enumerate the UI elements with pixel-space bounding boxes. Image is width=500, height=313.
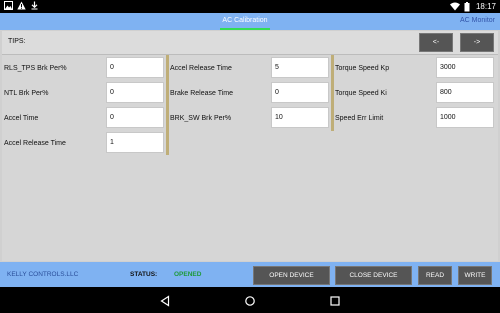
- navigation-bar: [0, 287, 500, 313]
- torque-speed-ki-input[interactable]: 800: [436, 82, 494, 103]
- accel-release-time-input-1[interactable]: 1: [106, 132, 164, 153]
- image-icon: [4, 1, 13, 11]
- write-button[interactable]: WRITE: [458, 266, 492, 285]
- company-name: KELLY CONTROLS.LLC: [7, 271, 79, 278]
- status-value: OPENED: [174, 271, 202, 278]
- clock-time: 18:17: [475, 2, 496, 11]
- tips-row: TIPS: <- ->: [2, 31, 498, 55]
- field-label: NTL Brk Per%: [4, 90, 49, 97]
- status-bar: 18:17: [0, 0, 500, 13]
- download-icon: [30, 1, 39, 11]
- tab-label: AC Calibration: [222, 17, 268, 24]
- brk-sw-brk-per-input[interactable]: 10: [271, 107, 329, 128]
- home-icon[interactable]: [244, 294, 256, 306]
- tab-label: AC Monitor: [460, 17, 496, 24]
- previous-button[interactable]: <-: [419, 33, 453, 52]
- calibration-form: RLS_TPS Brk Per% 0 NTL Brk Per% 0 Accel …: [2, 55, 498, 261]
- tips-label: TIPS:: [8, 38, 26, 45]
- next-button[interactable]: ->: [460, 33, 494, 52]
- field-label: Brake Release Time: [170, 90, 234, 97]
- warning-icon: [17, 1, 26, 11]
- read-button[interactable]: READ: [418, 266, 452, 285]
- recents-icon[interactable]: [329, 294, 341, 306]
- torque-speed-kp-input[interactable]: 3000: [436, 57, 494, 78]
- field-label: Speed Err Limit: [335, 115, 384, 122]
- field-label: RLS_TPS Brk Per%: [4, 65, 67, 72]
- close-device-button[interactable]: CLOSE DEVICE: [335, 266, 412, 285]
- field-label: Accel Release Time: [170, 65, 232, 72]
- field-label: Torque Speed Ki: [335, 90, 387, 97]
- brake-release-time-input[interactable]: 0: [271, 82, 329, 103]
- accel-release-time-input-2[interactable]: 5: [271, 57, 329, 78]
- field-label: Accel Release Time: [4, 140, 66, 147]
- tab-bar: AC Calibration AC Monitor: [0, 13, 500, 30]
- bottom-bar: KELLY CONTROLS.LLC STATUS: OPENED OPEN D…: [0, 262, 500, 287]
- field-label: Torque Speed Kp: [335, 65, 390, 72]
- back-icon[interactable]: [159, 294, 171, 307]
- battery-icon: [463, 1, 472, 12]
- active-tab-indicator: [220, 28, 270, 30]
- wifi-icon: [449, 2, 460, 12]
- column-divider: [331, 55, 334, 131]
- tab-ac-calibration[interactable]: AC Calibration: [210, 13, 280, 30]
- field-label: Accel Time: [4, 115, 39, 122]
- ntl-brk-per-input[interactable]: 0: [106, 82, 164, 103]
- accel-time-input[interactable]: 0: [106, 107, 164, 128]
- status-label: STATUS:: [130, 271, 158, 278]
- field-label: BRK_SW Brk Per%: [170, 115, 232, 122]
- column-divider: [166, 55, 169, 155]
- open-device-button[interactable]: OPEN DEVICE: [253, 266, 330, 285]
- tab-ac-monitor[interactable]: AC Monitor: [460, 13, 500, 30]
- rls-tps-brk-per-input[interactable]: 0: [106, 57, 164, 78]
- speed-err-limit-input[interactable]: 1000: [436, 107, 494, 128]
